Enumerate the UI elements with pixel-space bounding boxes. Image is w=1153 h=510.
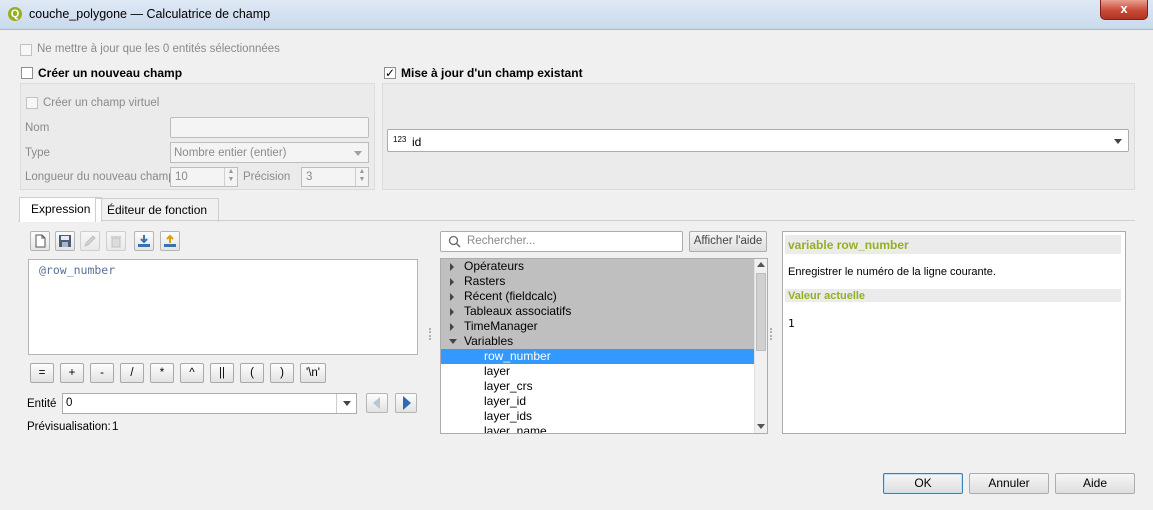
expand-arrow-icon — [450, 263, 454, 271]
entity-select[interactable]: 0 — [62, 393, 357, 414]
new-file-icon[interactable] — [30, 231, 50, 251]
expand-arrow-icon — [450, 308, 454, 316]
operator-divide-button[interactable]: / — [120, 363, 144, 383]
tree-item-row-number[interactable]: row_number — [441, 349, 754, 364]
expression-text: @row_number — [39, 263, 116, 277]
show-help-button[interactable]: Afficher l'aide — [689, 231, 767, 252]
arrow-left-icon — [373, 397, 380, 409]
scroll-down-icon[interactable] — [757, 424, 765, 429]
tree-group-operators[interactable]: Opérateurs — [441, 259, 754, 274]
tree-group-rasters[interactable]: Rasters — [441, 274, 754, 289]
tab-expression[interactable]: Expression — [19, 197, 103, 222]
new-field-label: Créer un nouveau champ — [38, 66, 183, 80]
tree-group-maps[interactable]: Tableaux associatifs — [441, 304, 754, 319]
integer-type-icon: 123 — [393, 135, 407, 144]
name-label: Nom — [25, 122, 50, 134]
existing-field-select[interactable]: 123 id — [387, 129, 1129, 152]
tree-item-layer-id[interactable]: layer_id — [441, 394, 754, 409]
precision-spinbox[interactable]: 3 ▲ ▼ — [301, 167, 369, 187]
expand-arrow-icon — [450, 323, 454, 331]
edit-icon[interactable] — [80, 231, 100, 251]
operator-equals-button[interactable]: = — [30, 363, 54, 383]
type-select[interactable]: Nombre entier (entier) — [170, 142, 369, 163]
tree-group-recent[interactable]: Récent (fieldcalc) — [441, 289, 754, 304]
entity-value: 0 — [66, 397, 73, 409]
tree-item-layer-crs[interactable]: layer_crs — [441, 379, 754, 394]
operator-plus-button[interactable]: + — [60, 363, 84, 383]
current-value: 1 — [788, 317, 795, 330]
length-label: Longueur du nouveau champ — [25, 171, 175, 183]
new-field-checkbox[interactable] — [21, 67, 33, 79]
scroll-up-icon[interactable] — [757, 262, 765, 267]
preview-label: Prévisualisation: — [27, 421, 111, 433]
preview-value: 1 — [112, 421, 119, 433]
virtual-field-checkbox[interactable] — [26, 97, 38, 109]
help-button[interactable]: Aide — [1055, 473, 1135, 494]
tree-item-layer-name[interactable]: layer_name — [441, 424, 754, 433]
export-icon[interactable] — [160, 231, 180, 251]
help-pane: variable row_number Enregistrer le numér… — [782, 231, 1126, 434]
delete-icon[interactable] — [106, 231, 126, 251]
expand-arrow-icon — [450, 278, 454, 286]
virtual-field-label: Créer un champ virtuel — [43, 97, 160, 109]
spin-arrows-icon[interactable]: ▲ ▼ — [224, 168, 237, 186]
type-label: Type — [25, 147, 50, 159]
tab-function-editor[interactable]: Éditeur de fonction — [95, 198, 220, 222]
entity-label: Entité — [27, 398, 57, 410]
existing-field-value: id — [412, 135, 422, 149]
operator-close-paren-button[interactable]: ) — [270, 363, 294, 383]
expand-arrow-icon — [450, 293, 454, 301]
tree-scrollbar[interactable] — [754, 259, 767, 433]
operator-power-button[interactable]: ^ — [180, 363, 204, 383]
arrow-right-icon — [403, 396, 411, 410]
import-icon[interactable] — [134, 231, 154, 251]
operator-multiply-button[interactable]: * — [150, 363, 174, 383]
update-field-label: Mise à jour d'un champ existant — [401, 66, 583, 80]
precision-label: Précision — [243, 171, 291, 183]
qgis-icon: Q — [8, 7, 22, 21]
previous-entity-button[interactable] — [366, 393, 388, 413]
spin-arrows-icon[interactable]: ▲ ▼ — [355, 168, 368, 186]
window-title: couche_polygone — Calculatrice de champ — [29, 7, 271, 21]
splitter-handle[interactable] — [429, 328, 433, 340]
tree-group-timemanager[interactable]: TimeManager — [441, 319, 754, 334]
name-input[interactable] — [170, 117, 369, 138]
tree-group-variables[interactable]: Variables — [441, 334, 754, 349]
chevron-down-icon — [354, 151, 362, 156]
tree-item-layer-ids[interactable]: layer_ids — [441, 409, 754, 424]
help-title: variable row_number — [788, 238, 909, 252]
search-input[interactable]: Rechercher... — [440, 231, 683, 252]
scrollbar-thumb[interactable] — [756, 273, 766, 351]
operator-open-paren-button[interactable]: ( — [240, 363, 264, 383]
collapse-arrow-icon — [449, 339, 457, 344]
expression-editor[interactable]: @row_number — [28, 259, 418, 355]
close-button[interactable]: x — [1100, 0, 1148, 20]
length-spinbox[interactable]: 10 ▲ ▼ — [170, 167, 238, 187]
help-description: Enregistrer le numéro de la ligne couran… — [788, 266, 996, 278]
tree-item-layer[interactable]: layer — [441, 364, 754, 379]
cancel-button[interactable]: Annuler — [969, 473, 1049, 494]
only-selected-label: Ne mettre à jour que les 0 entités sélec… — [37, 43, 280, 55]
only-selected-checkbox[interactable] — [20, 44, 32, 56]
ok-button[interactable]: OK — [883, 473, 963, 494]
chevron-down-icon — [343, 401, 351, 406]
chevron-down-icon — [1114, 139, 1122, 144]
search-icon — [448, 235, 461, 248]
next-entity-button[interactable] — [395, 393, 417, 413]
current-value-label: Valeur actuelle — [788, 290, 866, 302]
operator-minus-button[interactable]: - — [90, 363, 114, 383]
save-icon[interactable] — [55, 231, 75, 251]
splitter-handle[interactable] — [770, 328, 774, 340]
function-tree[interactable]: Opérateurs Rasters Récent (fieldcalc) Ta… — [440, 258, 768, 434]
operator-concat-button[interactable]: || — [210, 363, 234, 383]
type-select-value: Nombre entier (entier) — [174, 147, 287, 159]
operator-newline-button[interactable]: '\n' — [300, 363, 326, 383]
update-field-checkbox[interactable]: ✓ — [384, 67, 396, 79]
